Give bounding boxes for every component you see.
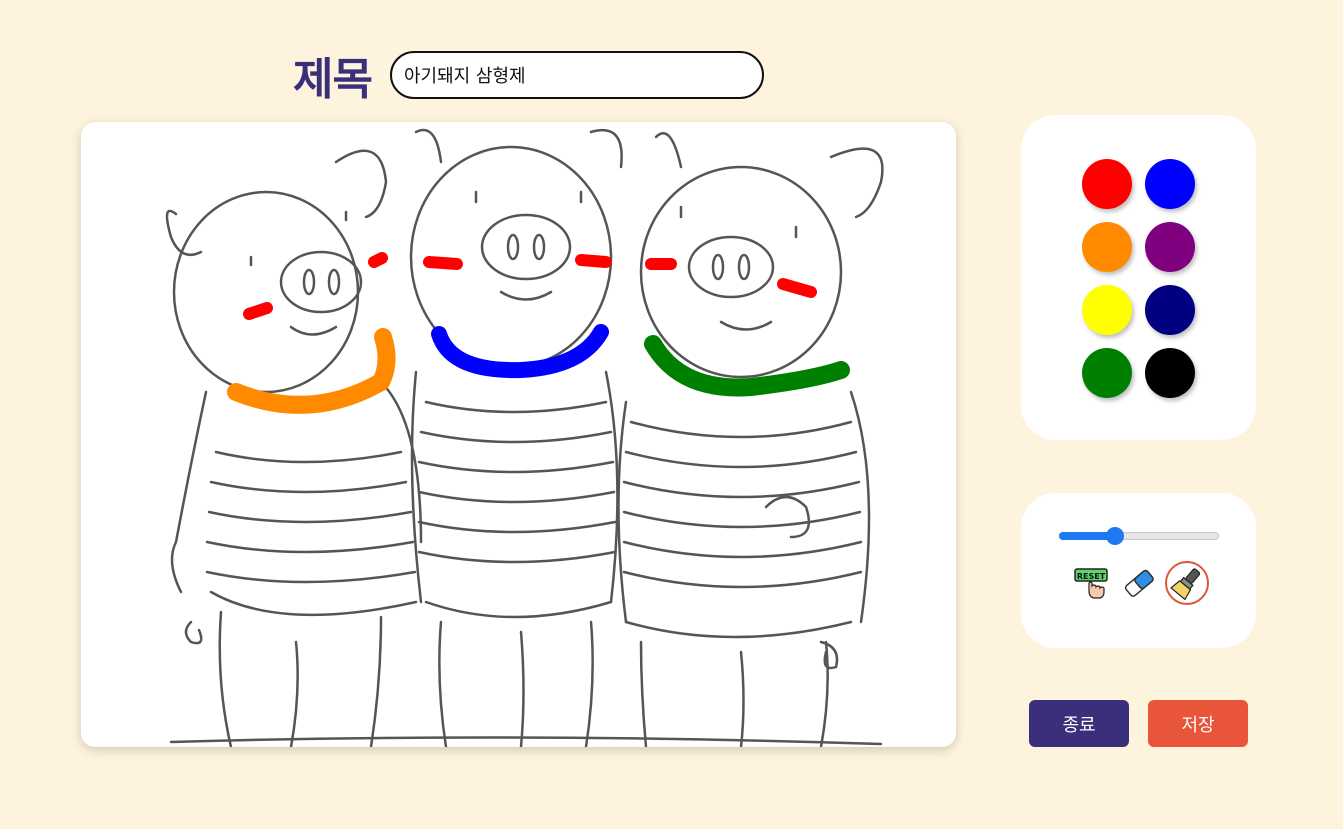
slider-thumb[interactable] bbox=[1106, 527, 1124, 545]
color-swatch-purple[interactable] bbox=[1145, 222, 1195, 272]
tools-panel: RESET bbox=[1021, 493, 1256, 648]
exit-button[interactable]: 종료 bbox=[1029, 700, 1129, 747]
drawing-canvas[interactable] bbox=[81, 122, 956, 747]
eraser-button[interactable] bbox=[1117, 561, 1161, 605]
brush-button[interactable] bbox=[1165, 561, 1209, 605]
left-pig-scarf-stroke bbox=[227, 328, 396, 414]
svg-text:RESET: RESET bbox=[1077, 572, 1106, 581]
save-button[interactable]: 저장 bbox=[1148, 700, 1248, 747]
color-swatch-orange[interactable] bbox=[1082, 222, 1132, 272]
color-palette bbox=[1021, 115, 1256, 440]
color-swatch-yellow[interactable] bbox=[1082, 285, 1132, 335]
title-label: 제목 bbox=[293, 54, 373, 105]
reset-icon: RESET bbox=[1074, 568, 1108, 599]
middle-pig-scarf-stroke bbox=[431, 324, 609, 379]
eraser-icon bbox=[1124, 569, 1154, 597]
pigs-sketch-image bbox=[165, 128, 884, 747]
tool-row: RESET bbox=[1069, 561, 1213, 605]
title-row: 제목 bbox=[293, 45, 764, 105]
swatch-grid bbox=[1082, 159, 1195, 398]
color-swatch-navy[interactable] bbox=[1145, 285, 1195, 335]
brush-icon bbox=[1170, 568, 1201, 601]
color-swatch-green[interactable] bbox=[1082, 348, 1132, 398]
title-input[interactable] bbox=[389, 51, 764, 99]
color-swatch-red[interactable] bbox=[1082, 159, 1132, 209]
brush-size-slider[interactable] bbox=[1059, 527, 1219, 545]
color-swatch-black[interactable] bbox=[1145, 348, 1195, 398]
reset-button[interactable]: RESET bbox=[1069, 561, 1113, 605]
color-swatch-blue[interactable] bbox=[1145, 159, 1195, 209]
right-pig-scarf-stroke bbox=[644, 335, 850, 397]
